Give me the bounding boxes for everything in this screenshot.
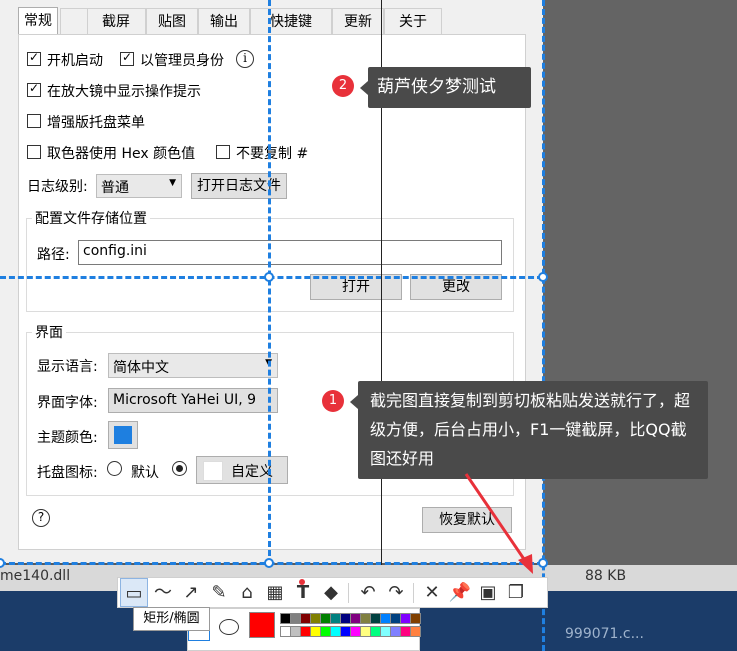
tray-custom-radio[interactable] — [172, 461, 187, 476]
selection-region — [0, 0, 270, 278]
color-swatch[interactable] — [410, 613, 421, 624]
toolbar-separator — [348, 583, 349, 603]
ui-group-title: 界面 — [32, 322, 66, 342]
undo-icon[interactable]: ↶ — [354, 578, 382, 607]
desktop-background — [543, 0, 737, 651]
ui-font-label: 界面字体: — [37, 395, 98, 411]
save-icon[interactable]: ▣ — [474, 578, 502, 607]
pen-icon[interactable]: ✎ — [205, 578, 233, 607]
text-tool-dot — [299, 579, 305, 585]
display-lang-value: 简体中文 — [113, 360, 169, 376]
resize-handle-mid-right[interactable] — [538, 272, 548, 282]
pin-icon[interactable]: 📌 — [446, 578, 474, 607]
mosaic-icon[interactable]: ▦ — [261, 578, 289, 607]
annotation-callout-2: 葫芦侠夕梦测试 — [368, 67, 531, 108]
tray-icon-label: 托盘图标: — [37, 465, 98, 481]
background-file-size: 88 KB — [585, 568, 627, 584]
tray-custom-label: 自定义 — [231, 464, 273, 480]
shape-palette — [187, 608, 421, 651]
callout-pointer — [350, 395, 358, 409]
annotation-badge-2: 2 — [332, 75, 354, 97]
tray-custom-button[interactable]: 自定义 — [196, 456, 288, 484]
current-color-swatch[interactable] — [249, 612, 275, 638]
display-lang-label: 显示语言: — [37, 359, 98, 375]
help-icon[interactable]: ? — [32, 509, 50, 527]
ellipse-shape-option[interactable] — [219, 619, 239, 635]
resize-handle-mid-left[interactable] — [264, 272, 274, 282]
marker-icon[interactable]: ⌂ — [233, 578, 261, 607]
toolbar-separator — [413, 583, 414, 603]
color-swatch[interactable] — [410, 626, 421, 637]
callout-pointer — [360, 81, 368, 95]
cancel-icon[interactable]: ✕ — [418, 578, 446, 607]
theme-color-swatch — [114, 426, 132, 444]
copy-icon[interactable]: ❐ — [502, 578, 530, 607]
curve-icon[interactable]: 〜 — [149, 578, 177, 607]
background-file-name: me140.dll — [0, 568, 71, 584]
eraser-icon[interactable]: ◆ — [317, 578, 345, 607]
resize-handle-bottom-left[interactable] — [264, 558, 274, 568]
tab-update[interactable]: 更新 — [332, 8, 384, 34]
tray-default-label: 默认 — [131, 465, 159, 481]
annotation-badge-1: 1 — [322, 390, 344, 412]
tab-about[interactable]: 关于 — [384, 8, 442, 34]
tray-default-radio[interactable] — [107, 461, 122, 476]
tool-tooltip: 矩形/椭圆 — [133, 607, 210, 631]
rectangle-ellipse-icon[interactable]: ▭ — [120, 578, 148, 607]
radio-dot — [176, 465, 183, 472]
theme-color-label: 主题颜色: — [37, 430, 98, 446]
red-arrow-annotation — [464, 473, 533, 574]
selection-guide-right — [542, 0, 545, 651]
display-lang-select[interactable]: 简体中文 ▼ — [108, 353, 278, 378]
redo-icon[interactable]: ↷ — [382, 578, 410, 607]
ui-font-button[interactable]: Microsoft YaHei UI, 9 — [108, 388, 278, 413]
arrow-icon[interactable]: ↗ — [177, 578, 205, 607]
theme-color-button[interactable] — [108, 421, 138, 449]
annotation-callout-1: 截完图直接复制到剪切板粘贴发送就行了，超级方便，后台占用小，F1一键截屏，比QQ… — [358, 381, 708, 479]
tray-icon-preview — [203, 461, 223, 481]
capture-toolbar: ▭ 〜 ↗ ✎ ⌂ ▦ T ◆ ↶ ↷ ✕ 📌 ▣ ❐ — [117, 577, 548, 608]
background-file-name-2: 999071.c... — [565, 626, 644, 642]
selection-guide-left — [268, 0, 271, 565]
